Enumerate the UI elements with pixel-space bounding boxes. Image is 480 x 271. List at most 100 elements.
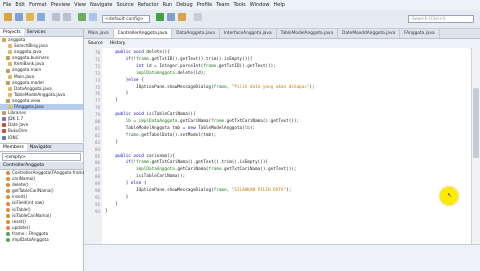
line-number: 75 (94, 84, 100, 90)
line-number: 74 (94, 77, 100, 83)
editor-tab[interactable]: Main.java (84, 29, 114, 38)
method-icon (6, 219, 10, 224)
menu-item-format[interactable]: Format (29, 2, 47, 8)
save-all-icon[interactable] (37, 13, 45, 21)
editor-tab[interactable]: DateMooddAnggota.java (338, 29, 401, 38)
redo-icon[interactable] (63, 13, 71, 21)
menu-item-tools[interactable]: Tools (233, 2, 245, 8)
line-number: 77 (94, 98, 100, 104)
file-icon (2, 123, 6, 128)
editor-tab[interactable]: InterfaceAnggota.java (220, 29, 277, 38)
line-number: 92 (94, 201, 100, 207)
config-select[interactable]: <default config> (102, 15, 150, 23)
undo-icon[interactable] (52, 13, 60, 21)
line-number: 78 (94, 105, 100, 111)
editor-tab[interactable]: ControllerAnggota.java (113, 29, 173, 38)
editor-vertical-scrollbar[interactable] (471, 48, 480, 244)
search-input[interactable]: Search (Ctrl+I) (408, 15, 474, 23)
debug-icon[interactable] (167, 13, 175, 21)
menu-item-debug[interactable]: Debug (176, 2, 192, 8)
mouse-cursor-highlight: ↖ (440, 187, 458, 205)
line-number: 72 (94, 63, 100, 69)
menu-item-edit[interactable]: Edit (15, 2, 25, 8)
menu-item-help[interactable]: Help (274, 2, 285, 8)
panel-tab-members[interactable]: Members (0, 144, 27, 151)
menu-item-team[interactable]: Team (216, 2, 229, 8)
field-icon (6, 238, 10, 243)
line-number: 81 (94, 125, 100, 131)
menu-item-refactor[interactable]: Refactor (138, 2, 159, 8)
code-line: implDataAnggota.delete(id); (136, 70, 206, 76)
code-line: public void carinama(){ (115, 153, 175, 159)
file-icon (6, 80, 10, 85)
line-number-gutter: 70 71 72 73 74 75 76 77 78 79 80 81 82 83 84 85 86 87 88 89… (84, 48, 103, 244)
tree-item[interactable]: IDNC (0, 135, 83, 141)
file-icon (2, 38, 6, 43)
code-line: public void delete(){ (115, 50, 170, 55)
memory-indicator-icon[interactable] (194, 13, 202, 21)
source-tab[interactable]: Source (88, 39, 103, 48)
panel-tab-navigator[interactable]: Navigator (27, 144, 55, 151)
file-icon (8, 92, 12, 97)
clean-build-icon[interactable] (89, 13, 97, 21)
scroll-thumb[interactable] (473, 88, 479, 158)
method-icon (6, 225, 10, 230)
member-item[interactable]: implDataAnggota (0, 237, 83, 243)
build-icon[interactable] (78, 13, 86, 21)
menu-item-navigate[interactable]: Navigate (90, 2, 112, 8)
menu-bar: File Edit Format Preview View Navigate Source R… (0, 0, 480, 10)
menu-item-run[interactable]: Run (163, 2, 173, 8)
code-line: if(!frame.getTxtID().getText().trim().is… (125, 56, 253, 62)
run-icon[interactable] (156, 13, 164, 21)
file-icon (6, 98, 10, 103)
file-icon (6, 68, 10, 73)
method-icon (6, 171, 10, 176)
profile-icon[interactable] (178, 13, 186, 21)
code-line: lb = implDataAnggota.getCariNama(frame.g… (125, 119, 300, 124)
panel-tab-projects[interactable]: Projects (0, 29, 24, 36)
code-line: } (105, 194, 129, 200)
file-icon (6, 56, 10, 61)
code-line: JOptionPane.showMessageDialog(frame, "SI… (105, 188, 292, 193)
navigator-tabs: Members Navigator (0, 144, 83, 152)
code-line: JOptionPane.showMessageDialog(frame, "Pi… (105, 84, 315, 90)
navigator-panel: Members Navigator <empty> ControllerAnggo… (0, 143, 87, 271)
output-area (84, 244, 480, 271)
project-tree: anggota SearchBing.java anggota.java anggot… (0, 37, 83, 141)
code-line: public void isiTableCariNama(){ (115, 112, 196, 118)
line-number: 85 (94, 153, 100, 159)
code-line: } (105, 98, 118, 104)
file-icon (2, 117, 6, 122)
menu-item-view[interactable]: View (74, 2, 86, 8)
method-icon (6, 189, 10, 194)
code-line: isiTableCariNama(); (105, 174, 186, 180)
line-number: 90 (94, 188, 100, 193)
editor-tab[interactable]: DataAnggota.java (172, 29, 220, 38)
projects-panel: Projects Services anggota SearchBing.java a… (0, 29, 84, 142)
menu-item-file[interactable]: File (3, 2, 11, 8)
panel-tab-services[interactable]: Services (24, 29, 49, 36)
line-number: 86 (94, 160, 100, 166)
open-project-icon[interactable] (26, 13, 34, 21)
method-icon (6, 201, 10, 206)
new-project-icon[interactable] (4, 13, 12, 21)
code-editor[interactable]: public void delete(){ if(!frame.getTxtID… (102, 48, 470, 244)
menu-item-source[interactable]: Source (116, 2, 133, 8)
menu-item-window[interactable]: Window (250, 2, 270, 8)
line-number: 91 (94, 194, 100, 200)
new-file-icon[interactable] (15, 13, 23, 21)
members-filter-select[interactable]: <empty> (2, 153, 81, 161)
file-icon (8, 105, 12, 110)
line-number: 79 (94, 112, 100, 118)
menu-item-preview[interactable]: Preview (51, 2, 70, 8)
editor-tab[interactable]: TableModelAnggota.java (277, 29, 339, 38)
code-line: } (105, 139, 118, 145)
history-tab[interactable]: History (110, 39, 125, 48)
line-number: 93 (94, 208, 100, 214)
menu-item-profile[interactable]: Profile (197, 2, 213, 8)
projects-tabs: Projects Services (0, 29, 83, 37)
editor-tab[interactable]: FAnggota.java (400, 29, 440, 38)
method-icon (6, 207, 10, 212)
file-icon (8, 44, 12, 49)
method-icon (6, 177, 10, 182)
